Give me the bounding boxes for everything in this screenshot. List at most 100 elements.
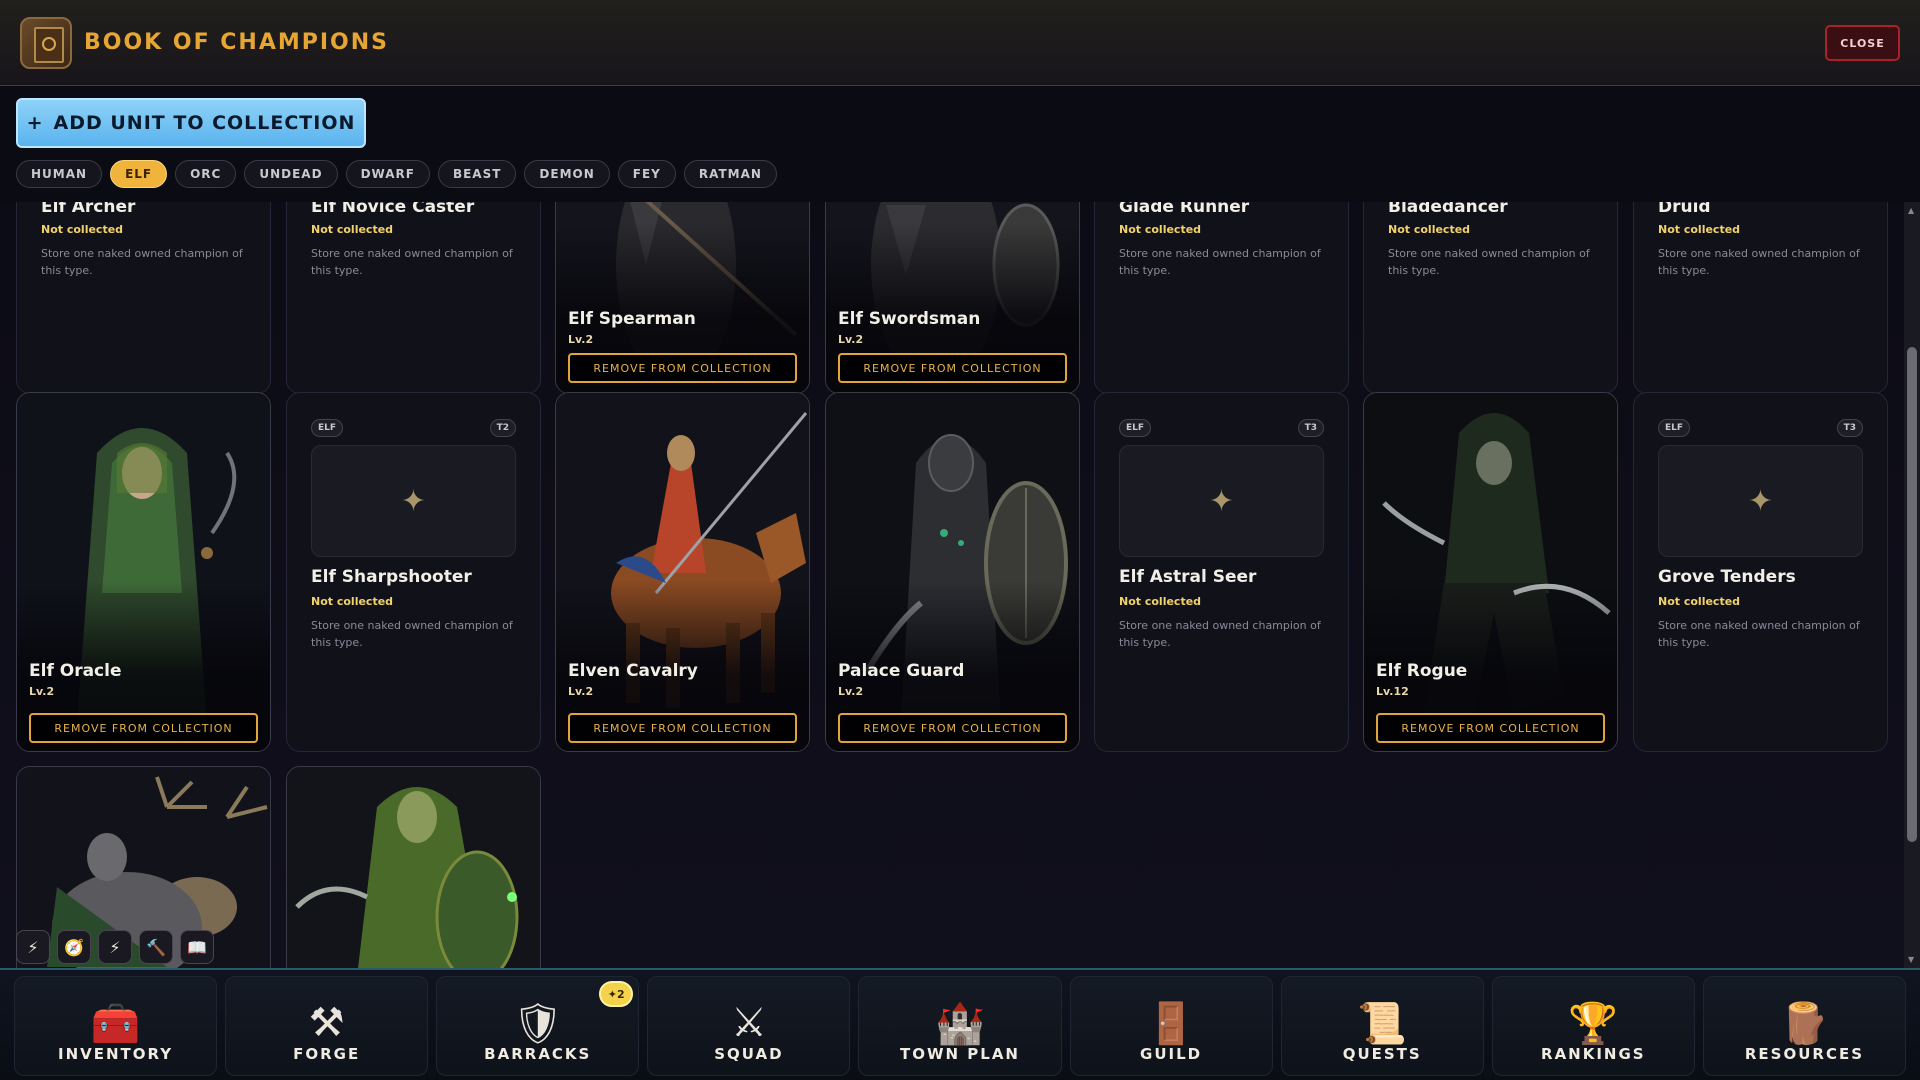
tier-tag: T3 bbox=[1297, 419, 1324, 437]
champion-card[interactable]: Elven Cavalry Lv.2 REMOVE FROM COLLECTIO… bbox=[555, 392, 810, 752]
champion-name: Elf Spearman bbox=[568, 309, 696, 329]
remove-from-collection-button[interactable]: REMOVE FROM COLLECTION bbox=[838, 353, 1067, 383]
champion-card[interactable]: Druid Not collected Store one naked owne… bbox=[1633, 202, 1888, 394]
grid-scrollbar[interactable]: ▲ ▼ bbox=[1904, 202, 1920, 968]
sparkle-icon: ✦ bbox=[1747, 483, 1774, 519]
not-collected-label: Not collected bbox=[311, 223, 394, 236]
not-collected-label: Not collected bbox=[311, 595, 394, 608]
not-collected-label: Not collected bbox=[1119, 595, 1202, 608]
filter-elf[interactable]: ELF bbox=[110, 160, 168, 188]
champion-card[interactable]: ELF T3 ✦ Grove Tenders Not collected Sto… bbox=[1633, 392, 1888, 752]
book-icon[interactable]: 📖 bbox=[180, 930, 214, 964]
header-bar: BOOK OF CHAMPIONS CLOSE bbox=[0, 0, 1920, 86]
empty-portrait-placeholder: ✦ bbox=[311, 445, 516, 557]
nav-barracks[interactable]: 🛡 ✦2 BARRACKS bbox=[436, 976, 640, 1076]
race-tag: ELF bbox=[311, 419, 344, 437]
logs-icon: 🪵 bbox=[1779, 1000, 1830, 1047]
race-filter-bar: HUMAN ELF ORC UNDEAD DWARF BEAST DEMON F… bbox=[16, 160, 777, 188]
filter-undead[interactable]: UNDEAD bbox=[244, 160, 338, 188]
filter-demon[interactable]: DEMON bbox=[524, 160, 610, 188]
nav-squad[interactable]: ⚔ SQUAD bbox=[647, 976, 851, 1076]
remove-from-collection-button[interactable]: REMOVE FROM COLLECTION bbox=[568, 713, 797, 743]
nav-label: GUILD bbox=[1140, 1045, 1203, 1063]
empty-slot-description: Store one naked owned champion of this t… bbox=[1658, 247, 1860, 277]
champion-name: Elf Rogue bbox=[1376, 661, 1468, 681]
page-title: BOOK OF CHAMPIONS bbox=[84, 30, 390, 55]
champion-card[interactable]: Elf Novice Caster Not collected Store on… bbox=[286, 202, 541, 394]
tier-tag: T2 bbox=[489, 419, 516, 437]
not-collected-label: Not collected bbox=[1119, 223, 1202, 236]
not-collected-label: Not collected bbox=[1658, 223, 1741, 236]
empty-slot-description: Store one naked owned champion of this t… bbox=[1119, 619, 1321, 649]
champion-grid: Elf Archer Not collected Store one naked… bbox=[0, 202, 1920, 968]
sparkle-icon: ✦ bbox=[400, 483, 427, 519]
not-collected-label: Not collected bbox=[1658, 595, 1741, 608]
nav-quests[interactable]: 📜 QUESTS bbox=[1280, 976, 1484, 1076]
champion-name: Grove Tenders bbox=[1658, 567, 1796, 587]
champion-card[interactable]: Glade Runner Not collected Store one nak… bbox=[1094, 202, 1349, 394]
nav-label: RESOURCES bbox=[1744, 1045, 1864, 1063]
lightning-icon[interactable]: ⚡ bbox=[16, 930, 50, 964]
lightning-icon[interactable]: ⚡ bbox=[98, 930, 132, 964]
champion-name: Elf Novice Caster bbox=[311, 202, 475, 217]
squad-icon: ⚔ bbox=[730, 1000, 767, 1046]
champion-level: Lv.2 bbox=[29, 685, 55, 698]
filter-beast[interactable]: BEAST bbox=[437, 160, 517, 188]
champion-card[interactable] bbox=[286, 766, 541, 968]
hammer-icon[interactable]: 🔨 bbox=[139, 930, 173, 964]
champion-level: Lv.12 bbox=[1376, 685, 1409, 698]
filter-human[interactable]: HUMAN bbox=[16, 160, 103, 188]
champion-card[interactable]: Elf Swordsman Lv.2 REMOVE FROM COLLECTIO… bbox=[825, 202, 1080, 394]
champion-card[interactable]: Elf Archer Not collected Store one naked… bbox=[16, 202, 271, 394]
scroll-down-icon[interactable]: ▼ bbox=[1908, 955, 1914, 964]
remove-from-collection-button[interactable]: REMOVE FROM COLLECTION bbox=[29, 713, 258, 743]
remove-from-collection-button[interactable]: REMOVE FROM COLLECTION bbox=[568, 353, 797, 383]
scroll-up-icon[interactable]: ▲ bbox=[1908, 206, 1914, 215]
filter-fey[interactable]: FEY bbox=[617, 160, 676, 188]
champion-card[interactable]: Bladedancer Not collected Store one nake… bbox=[1363, 202, 1618, 394]
champion-card[interactable]: Elf Rogue Lv.12 REMOVE FROM COLLECTION bbox=[1363, 392, 1618, 752]
champion-card[interactable]: Palace Guard Lv.2 REMOVE FROM COLLECTION bbox=[825, 392, 1080, 752]
nav-guild[interactable]: 🚪 GUILD bbox=[1069, 976, 1273, 1076]
champion-card[interactable]: ELF T2 ✦ Elf Sharpshooter Not collected … bbox=[286, 392, 541, 752]
filter-ratman[interactable]: RATMAN bbox=[683, 160, 777, 188]
quick-action-bar: ⚡ 🧭 ⚡ 🔨 📖 bbox=[16, 930, 214, 964]
champion-name: Glade Runner bbox=[1119, 202, 1250, 217]
compass-icon[interactable]: 🧭 bbox=[57, 930, 91, 964]
notification-badge: ✦2 bbox=[599, 981, 634, 1007]
close-button[interactable]: CLOSE bbox=[1825, 25, 1900, 61]
nav-inventory[interactable]: 🧰 INVENTORY bbox=[14, 976, 218, 1076]
champion-card[interactable]: ELF T3 ✦ Elf Astral Seer Not collected S… bbox=[1094, 392, 1349, 752]
bottom-navigation: 🧰 INVENTORY ⚒ FORGE 🛡 ✦2 BARRACKS ⚔ SQUA… bbox=[0, 968, 1920, 1080]
scrollbar-thumb[interactable] bbox=[1907, 347, 1917, 842]
not-collected-label: Not collected bbox=[1388, 223, 1471, 236]
nav-town-plan[interactable]: 🏰 TOWN PLAN bbox=[858, 976, 1062, 1076]
nav-label: RANKINGS bbox=[1541, 1045, 1646, 1063]
nav-forge[interactable]: ⚒ FORGE bbox=[225, 976, 429, 1076]
add-unit-label: ADD UNIT TO COLLECTION bbox=[53, 112, 356, 134]
nav-label: SQUAD bbox=[714, 1045, 784, 1063]
nav-label: BARRACKS bbox=[484, 1045, 592, 1063]
champion-name: Elf Oracle bbox=[29, 661, 122, 681]
nav-resources[interactable]: 🪵 RESOURCES bbox=[1702, 976, 1906, 1076]
nav-rankings[interactable]: 🏆 RANKINGS bbox=[1491, 976, 1695, 1076]
filter-orc[interactable]: ORC bbox=[175, 160, 237, 188]
champion-card[interactable]: Elf Spearman Lv.2 REMOVE FROM COLLECTION bbox=[555, 202, 810, 394]
nav-label: QUESTS bbox=[1342, 1045, 1422, 1063]
nav-label: TOWN PLAN bbox=[899, 1045, 1020, 1063]
tier-tag: T3 bbox=[1836, 419, 1863, 437]
race-tag: ELF bbox=[1119, 419, 1152, 437]
champion-card[interactable]: Elf Oracle Lv.2 REMOVE FROM COLLECTION bbox=[16, 392, 271, 752]
remove-from-collection-button[interactable]: REMOVE FROM COLLECTION bbox=[838, 713, 1067, 743]
champion-name: Elf Swordsman bbox=[838, 309, 981, 329]
remove-from-collection-button[interactable]: REMOVE FROM COLLECTION bbox=[1376, 713, 1605, 743]
champion-level: Lv.2 bbox=[568, 333, 594, 346]
champion-name: Elf Astral Seer bbox=[1119, 567, 1257, 587]
shield-swords-icon: 🛡 bbox=[512, 1000, 564, 1047]
scroll-icon: 📜 bbox=[1357, 1000, 1408, 1047]
filter-dwarf[interactable]: DWARF bbox=[345, 160, 430, 188]
not-collected-label: Not collected bbox=[41, 223, 124, 236]
champion-name: Elven Cavalry bbox=[568, 661, 698, 681]
champion-portrait bbox=[287, 767, 540, 968]
add-unit-button[interactable]: + ADD UNIT TO COLLECTION bbox=[16, 98, 366, 148]
